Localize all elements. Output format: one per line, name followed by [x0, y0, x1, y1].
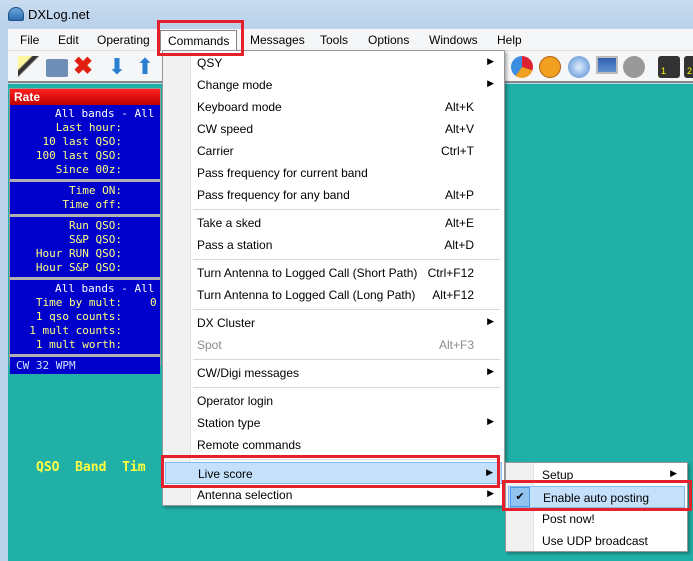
rate-row: Time ON: [69, 184, 122, 197]
rate-row: Hour S&P QSO: [35, 261, 122, 274]
highlight-box-live-score [161, 455, 500, 488]
menu-item-remote-commands[interactable]: Remote commands [165, 434, 502, 456]
window-title: DXLog.net [28, 7, 90, 22]
rate-section-summary: All bands - All Last hour: 10 last QSO: … [10, 105, 160, 182]
submenu-item-post-now[interactable]: Post now! [508, 508, 685, 530]
menu-item-cw-speed[interactable]: CW speed Alt+V [165, 118, 502, 140]
app-icon [8, 7, 24, 21]
speaker-icon[interactable] [623, 56, 645, 78]
menu-edit[interactable]: Edit [58, 33, 79, 47]
delete-x-icon[interactable]: ✖ [72, 55, 94, 79]
menu-item-station-type[interactable]: Station type ▶ [165, 412, 502, 434]
menu-item-operator-login[interactable]: Operator login [165, 390, 502, 412]
smiley-icon[interactable] [539, 56, 561, 78]
submenu-arrow-icon: ▶ [487, 416, 494, 426]
rate-row: Since 00z: [55, 163, 122, 176]
submenu-arrow-icon: ▶ [487, 316, 494, 326]
arrow-down-icon[interactable]: ⬇ [106, 56, 128, 78]
menu-operating[interactable]: Operating [97, 33, 150, 47]
rate-row: 1 mult counts: [29, 324, 122, 337]
menu-file[interactable]: File [20, 33, 39, 47]
menu-separator [193, 387, 500, 388]
highlight-box-enable-auto-posting [502, 480, 692, 511]
globe-icon[interactable] [568, 56, 590, 78]
menu-separator [193, 359, 500, 360]
rate-section-time: Time ON: Time off: [10, 182, 160, 217]
menu-item-antenna-long-path[interactable]: Turn Antenna to Logged Call (Long Path) A… [165, 284, 502, 306]
menu-item-pass-station[interactable]: Pass a station Alt+D [165, 234, 502, 256]
menu-separator [193, 309, 500, 310]
log-column-header: QSO Band Tim [36, 460, 146, 475]
menu-item-take-sked[interactable]: Take a sked Alt+E [165, 212, 502, 234]
submenu-item-use-udp-broadcast[interactable]: Use UDP broadcast [508, 530, 685, 552]
submenu-arrow-icon: ▶ [487, 78, 494, 88]
commands-menu: QSY ▶ Change mode ▶ Keyboard mode Alt+K CW … [162, 50, 505, 506]
menu-help[interactable]: Help [497, 33, 522, 47]
open-folder-icon[interactable] [46, 59, 68, 77]
submenu-arrow-icon: ▶ [670, 468, 677, 478]
rate-section-run-sp: Run QSO: S&P QSO: Hour RUN QSO: Hour S&P… [10, 217, 160, 280]
menu-item-dx-cluster[interactable]: DX Cluster ▶ [165, 312, 502, 334]
rate-row: Last hour: [55, 121, 122, 134]
menu-item-pass-freq-any[interactable]: Pass frequency for any band Alt+P [165, 184, 502, 206]
radio-2-icon[interactable]: 2 [684, 56, 693, 78]
rate-row: 10 last QSO: [42, 135, 122, 148]
rate-window: Rate All bands - All Last hour: 10 last … [9, 88, 161, 374]
menu-bar: File Edit Operating Commands Messages To… [8, 29, 693, 51]
rate-row: All bands - All [55, 107, 155, 120]
menu-windows[interactable]: Windows [429, 33, 478, 47]
menu-options[interactable]: Options [368, 33, 409, 47]
rate-row: 1 qso counts: [35, 310, 122, 323]
rate-row: Time off: [62, 198, 122, 211]
menu-separator [193, 209, 500, 210]
menu-item-keyboard-mode[interactable]: Keyboard mode Alt+K [165, 96, 502, 118]
menu-item-spot: Spot Alt+F3 [197, 338, 474, 352]
menu-item-carrier[interactable]: Carrier Ctrl+T [165, 140, 502, 162]
menu-messages[interactable]: Messages [250, 33, 305, 47]
rate-row: Run QSO: [69, 219, 122, 232]
submenu-arrow-icon: ▶ [487, 488, 494, 498]
radio-1-icon[interactable]: 1 [658, 56, 680, 78]
highlight-box-commands [157, 20, 244, 56]
rate-row: S&P QSO: [69, 233, 122, 246]
menu-item-change-mode[interactable]: Change mode ▶ [165, 74, 502, 96]
menu-item-cw-digi-messages[interactable]: CW/Digi messages ▶ [165, 362, 502, 384]
new-log-wand-icon[interactable] [18, 56, 40, 78]
rate-row: Time by mult: 0 [35, 296, 157, 309]
rate-title: Rate [10, 89, 160, 105]
monitor-icon[interactable] [596, 56, 618, 74]
menu-item-antenna-short-path[interactable]: Turn Antenna to Logged Call (Short Path)… [165, 262, 502, 284]
submenu-arrow-icon: ▶ [487, 56, 494, 66]
rate-section-mults: All bands - All Time by mult: 0 1 qso cou… [10, 280, 160, 357]
submenu-arrow-icon: ▶ [487, 366, 494, 376]
title-bar: DXLog.net [0, 0, 693, 28]
menu-tools[interactable]: Tools [320, 33, 348, 47]
rate-row: 1 mult worth: [35, 338, 122, 351]
rate-row: 100 last QSO: [35, 149, 122, 162]
rate-row: Hour RUN QSO: [35, 247, 122, 260]
rate-row: All bands - All [55, 282, 155, 295]
cw-speed-status: CW 32 WPM [10, 357, 160, 374]
arrow-up-icon[interactable]: ⬆ [134, 56, 156, 78]
pie-chart-icon[interactable] [511, 56, 533, 78]
menu-item-pass-freq-current[interactable]: Pass frequency for current band [165, 162, 502, 184]
menu-separator [193, 259, 500, 260]
